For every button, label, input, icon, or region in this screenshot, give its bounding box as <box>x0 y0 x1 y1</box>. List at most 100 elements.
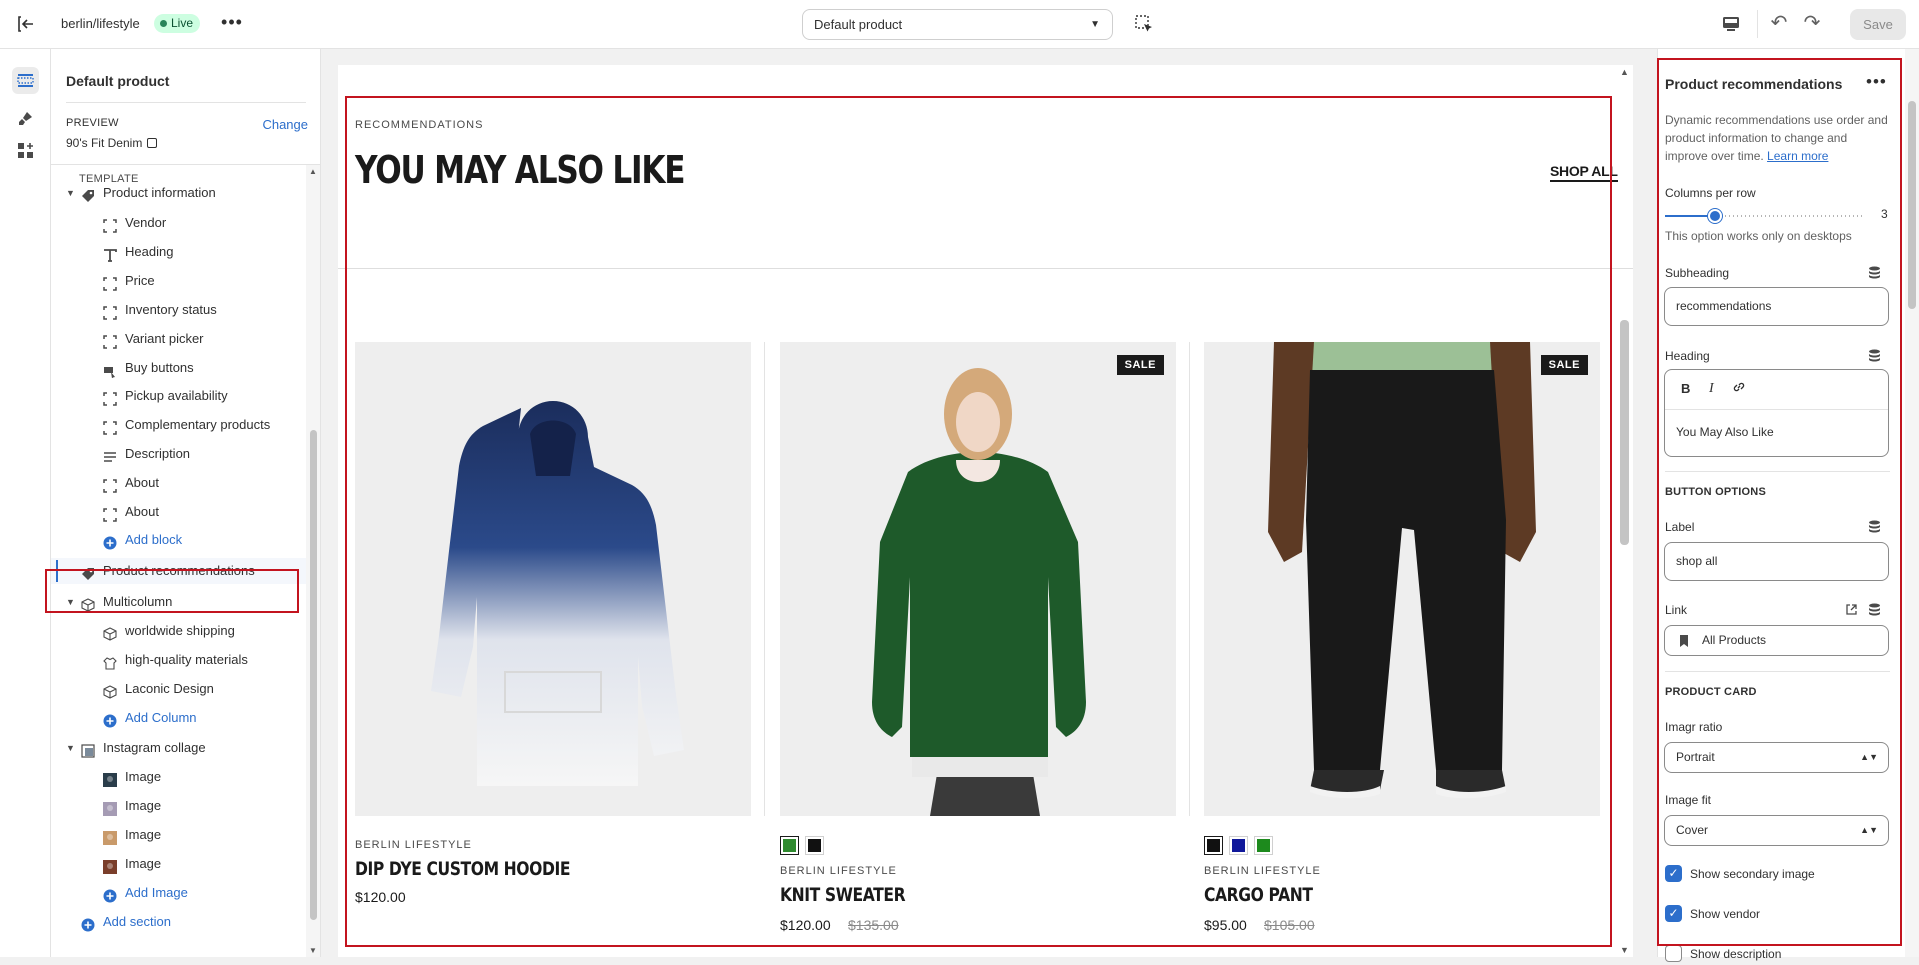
block-item-heading[interactable]: Heading <box>51 239 306 265</box>
external-link-icon <box>147 138 158 148</box>
preview-label: PREVIEW <box>66 117 119 129</box>
block-item-worldwide-shipping[interactable]: worldwide shipping <box>51 618 306 644</box>
add-button-add-image[interactable]: Add Image <box>51 880 306 906</box>
add-button-add-block[interactable]: Add block <box>51 527 306 553</box>
section-item-product-information[interactable]: ▼ Product information <box>51 180 306 206</box>
block-placeholder-icon <box>103 418 117 435</box>
redo-icon[interactable]: ↷ <box>1799 10 1825 36</box>
tree-item-label: Add Column <box>125 710 197 725</box>
block-item-inventory-status[interactable]: Inventory status <box>51 297 306 323</box>
block-item-image[interactable]: Image <box>51 793 306 819</box>
tag-icon <box>81 186 95 202</box>
sidebar-rail <box>0 49 51 957</box>
tree-item-label: Add section <box>103 914 171 929</box>
panel-scrollbar[interactable]: ▲ ▼ <box>306 165 320 957</box>
scrollbar-thumb[interactable] <box>310 430 317 920</box>
block-item-variant-picker[interactable]: Variant picker <box>51 326 306 352</box>
image-collage-icon <box>81 741 95 758</box>
image-thumbnail-icon <box>103 828 117 845</box>
collapse-caret-icon[interactable]: ▼ <box>66 735 75 761</box>
block-placeholder-icon <box>103 274 117 291</box>
checkbox-icon[interactable] <box>1665 945 1682 962</box>
checkbox-label: Show description <box>1690 947 1782 961</box>
save-button[interactable]: Save <box>1850 9 1906 40</box>
section-tree: TEMPLATE ▼ Product information Vendor Headi… <box>51 165 306 957</box>
block-placeholder-icon <box>103 476 117 493</box>
tree-item-label: worldwide shipping <box>125 623 235 638</box>
live-badge-label: Live <box>171 16 194 30</box>
tree-item-label: Add Image <box>125 885 188 900</box>
show-description-checkbox[interactable]: Show description <box>1665 945 1865 965</box>
block-item-pickup-availability[interactable]: Pickup availability <box>51 383 306 409</box>
block-item-laconic-design[interactable]: Laconic Design <box>51 676 306 702</box>
block-item-buy-buttons[interactable]: Buy buttons <box>51 355 306 381</box>
buy-button-icon <box>103 361 117 379</box>
tree-item-label: Image <box>125 769 162 784</box>
tree-item-label: Image <box>125 856 162 871</box>
tree-item-label: Pickup availability <box>125 388 228 403</box>
tree-item-label: Add block <box>125 532 183 547</box>
block-item-about[interactable]: About <box>51 470 306 496</box>
template-select[interactable]: Default product ▼ <box>802 9 1113 40</box>
scroll-up-icon[interactable]: ▲ <box>309 167 317 176</box>
add-button-add-section[interactable]: Add section <box>51 909 306 935</box>
block-placeholder-icon <box>103 216 117 233</box>
tree-item-label: Product information <box>103 185 216 200</box>
more-actions-icon[interactable]: ••• <box>220 12 244 36</box>
paragraph-icon <box>103 447 117 462</box>
scrollbar-thumb[interactable] <box>1908 101 1916 309</box>
image-thumbnail-icon <box>103 770 117 787</box>
tree-item-label: Image <box>125 798 162 813</box>
collapse-caret-icon[interactable]: ▼ <box>66 180 75 206</box>
block-item-price[interactable]: Price <box>51 268 306 294</box>
inspector-icon[interactable] <box>1132 12 1156 36</box>
tree-item-label: Instagram collage <box>103 740 206 755</box>
block-item-complementary-products[interactable]: Complementary products <box>51 412 306 438</box>
sections-tab[interactable] <box>12 67 39 94</box>
highlight-box-recommendations-section <box>345 96 1612 947</box>
block-placeholder-icon <box>103 505 117 522</box>
block-item-high-quality-materials[interactable]: high-quality materials <box>51 647 306 673</box>
change-preview-link[interactable]: Change <box>262 117 308 132</box>
tree-item-label: Price <box>125 273 155 288</box>
image-thumbnail-icon <box>103 857 117 874</box>
block-placeholder-icon <box>103 389 117 406</box>
paintbrush-icon <box>19 112 32 125</box>
text-icon <box>103 245 117 262</box>
block-item-image[interactable]: Image <box>51 822 306 848</box>
package-icon <box>103 682 117 699</box>
tree-item-label: About <box>125 475 159 490</box>
exit-icon[interactable] <box>14 13 36 35</box>
block-item-description[interactable]: Description <box>51 441 306 467</box>
plus-circle-icon <box>81 915 95 932</box>
add-button-add-column[interactable]: Add Column <box>51 705 306 731</box>
apps-tab[interactable] <box>12 137 39 164</box>
plus-circle-icon <box>103 533 117 550</box>
toolbar-divider <box>1757 10 1758 38</box>
preview-scrollbar[interactable]: ▲ ▼ <box>1614 65 1636 957</box>
tree-item-label: Heading <box>125 244 174 259</box>
block-item-about[interactable]: About <box>51 499 306 525</box>
tree-item-label: About <box>125 504 159 519</box>
highlight-box-selected-section <box>45 569 299 613</box>
settings-scrollbar[interactable] <box>1905 49 1919 957</box>
tree-item-label: Description <box>125 446 191 461</box>
block-item-image[interactable]: Image <box>51 764 306 790</box>
block-item-vendor[interactable]: Vendor <box>51 210 306 236</box>
scroll-down-icon[interactable]: ▼ <box>1620 945 1629 955</box>
live-badge: Live <box>154 14 201 33</box>
shirt-icon <box>103 653 117 670</box>
theme-settings-tab[interactable] <box>12 105 39 132</box>
sections-panel: Default product PREVIEW Change 90's Fit … <box>51 49 321 957</box>
section-item-instagram-collage[interactable]: ▼ Instagram collage <box>51 735 306 761</box>
scroll-up-icon[interactable]: ▲ <box>1620 67 1629 77</box>
preview-product[interactable]: 90's Fit Denim <box>66 136 158 150</box>
desktop-view-icon[interactable] <box>1718 12 1744 36</box>
tree-item-label: Vendor <box>125 215 167 230</box>
package-icon <box>103 624 117 641</box>
scrollbar-thumb[interactable] <box>1620 320 1629 545</box>
scroll-down-icon[interactable]: ▼ <box>309 946 317 955</box>
block-item-image[interactable]: Image <box>51 851 306 877</box>
undo-icon[interactable]: ↶ <box>1766 10 1792 36</box>
sections-icon <box>17 74 34 87</box>
